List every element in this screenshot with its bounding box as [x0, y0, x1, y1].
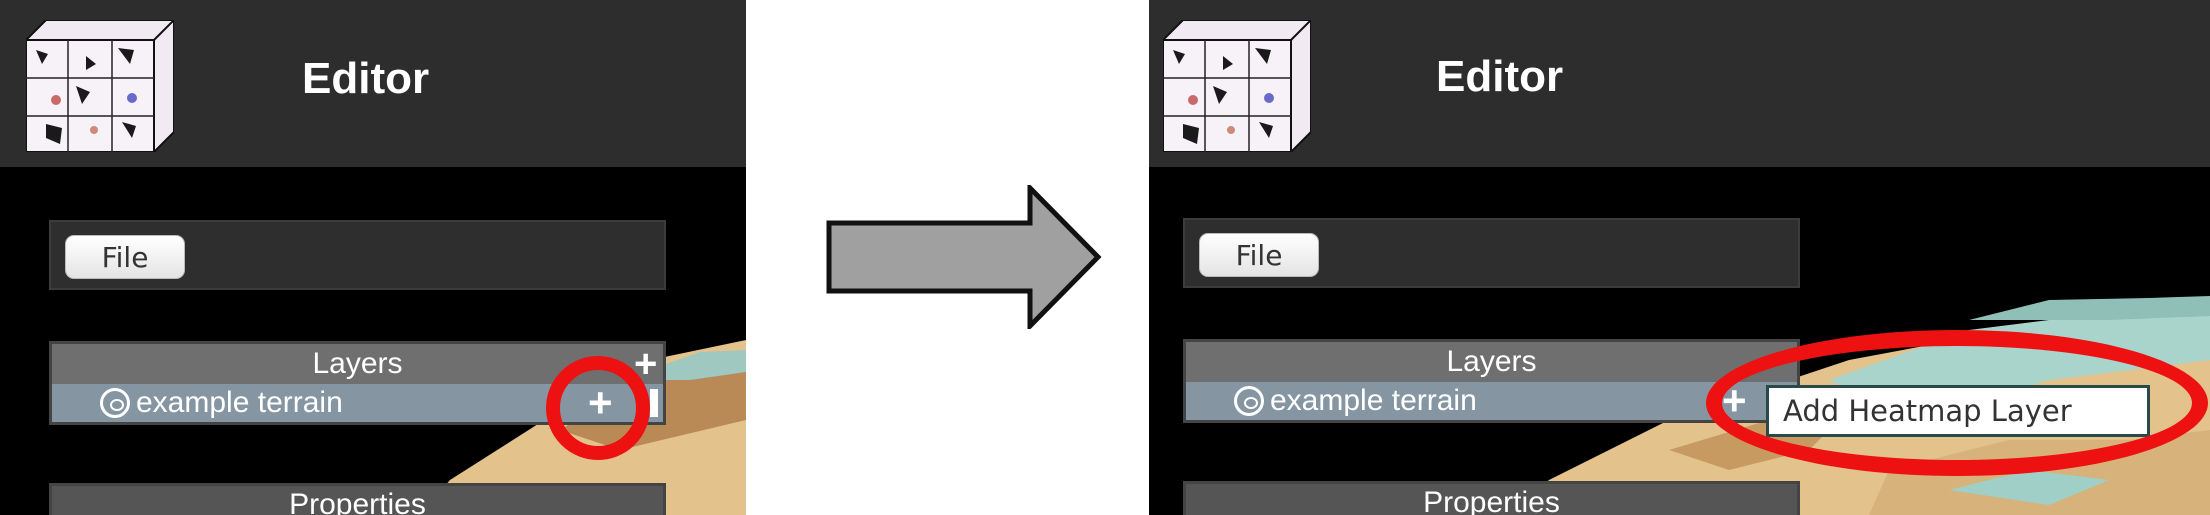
- layers-header: Layers: [1186, 342, 1797, 382]
- file-toolbar: File: [49, 220, 666, 290]
- editor-title: Editor: [1436, 52, 1564, 101]
- layer-name: example terrain: [1270, 384, 1477, 417]
- highlight-ellipse-annotation: [1706, 330, 2208, 476]
- app-logo-cube-icon: [1163, 20, 1311, 152]
- highlight-circle-annotation: [546, 356, 650, 460]
- editor-window-before: Editor File Layers + example terrain + P…: [0, 0, 746, 515]
- layer-name: example terrain: [136, 386, 343, 419]
- top-bar: Editor: [0, 0, 746, 167]
- visibility-eye-icon[interactable]: [100, 388, 130, 418]
- file-toolbar: File: [1183, 218, 1800, 288]
- transition-arrow-icon: [826, 185, 1102, 329]
- file-button[interactable]: File: [1199, 233, 1319, 277]
- top-bar: Editor: [1149, 0, 2210, 167]
- editor-title: Editor: [302, 54, 430, 103]
- file-button[interactable]: File: [65, 235, 185, 279]
- app-logo-cube-icon: [26, 20, 174, 152]
- properties-panel-header: Properties: [1183, 481, 1800, 515]
- visibility-eye-icon[interactable]: [1234, 386, 1264, 416]
- layer-menu-handle[interactable]: [650, 389, 658, 417]
- properties-panel-header: Properties: [49, 483, 666, 515]
